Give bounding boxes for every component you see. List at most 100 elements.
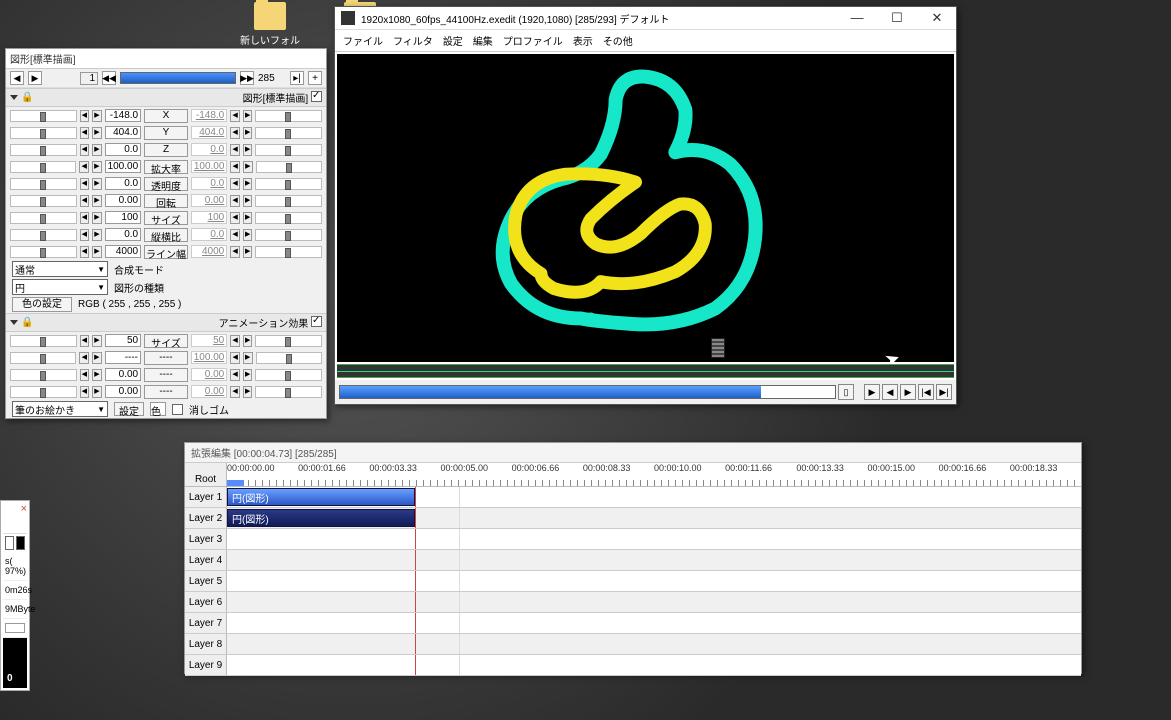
layer-label[interactable]: Layer 2 <box>185 508 227 528</box>
increment-button[interactable]: ▶ <box>243 386 253 398</box>
increment-button[interactable]: ▶ <box>243 229 253 241</box>
layer-track[interactable] <box>227 634 1081 654</box>
layer-label[interactable]: Layer 5 <box>185 571 227 591</box>
layer-track[interactable]: 円(図形) <box>227 508 1081 528</box>
playhead[interactable] <box>415 634 416 654</box>
increment-button[interactable]: ▶ <box>92 352 102 364</box>
param-slider-left[interactable] <box>10 127 77 139</box>
eraser-checkbox[interactable] <box>172 404 183 415</box>
param-value-left[interactable]: 0.0 <box>105 228 141 241</box>
param-slider-right[interactable] <box>255 335 322 347</box>
param-label-button[interactable]: サイズ <box>144 334 188 348</box>
decrement-button[interactable]: ◀ <box>80 229 90 241</box>
playhead[interactable] <box>415 529 416 549</box>
param-label-button[interactable]: 透明度 <box>144 177 188 191</box>
script-combo[interactable]: 筆のお絵かき▼ <box>12 401 108 417</box>
increment-button[interactable]: ▶ <box>243 144 253 156</box>
shape-type-combo[interactable]: 円▼ <box>12 279 108 295</box>
prev-obj-button[interactable]: ◀ <box>10 71 24 85</box>
decrement-button[interactable]: ◀ <box>230 195 240 207</box>
param-slider-right[interactable] <box>255 178 322 190</box>
time-ruler[interactable]: 00:00:00.0000:00:01.6600:00:03.3300:00:0… <box>227 463 1081 486</box>
param-value-left[interactable]: 404.0 <box>105 126 141 139</box>
window-titlebar[interactable]: 1920x1080_60fps_44100Hz.exedit (1920,108… <box>335 7 956 30</box>
increment-button[interactable]: ▶ <box>92 369 102 381</box>
param-value-right[interactable]: 100 <box>191 211 227 224</box>
menu-settings[interactable]: 設定 <box>443 33 463 48</box>
param-value-left[interactable]: 50 <box>105 334 141 347</box>
decrement-button[interactable]: ◀ <box>230 144 240 156</box>
layer-track[interactable]: 円(図形) <box>227 487 1081 507</box>
decrement-button[interactable]: ◀ <box>230 352 240 364</box>
increment-button[interactable]: ▶ <box>243 246 253 258</box>
goto-start-button[interactable]: |◀ <box>918 384 934 400</box>
decrement-button[interactable]: ◀ <box>230 229 240 241</box>
param-slider-left[interactable] <box>10 246 77 258</box>
param-value-right[interactable]: 0.0 <box>191 177 227 190</box>
decrement-button[interactable]: ◀ <box>230 246 240 258</box>
step-back-button[interactable]: ◀ <box>882 384 898 400</box>
layer-label[interactable]: Layer 3 <box>185 529 227 549</box>
jump-end-button[interactable]: ▸| <box>290 71 304 85</box>
param-slider-right[interactable] <box>255 246 322 258</box>
seek-handle-icon[interactable]: ▯ <box>838 384 854 400</box>
decrement-button[interactable]: ◀ <box>80 335 90 347</box>
param-label-button[interactable]: Z <box>144 143 188 157</box>
lock-icon[interactable]: 🔒 <box>21 92 33 103</box>
param-value-right[interactable]: 0.00 <box>191 368 227 381</box>
param-slider-right[interactable] <box>255 212 322 224</box>
param-value-right[interactable]: -148.0 <box>191 109 227 122</box>
increment-button[interactable]: ▶ <box>92 195 102 207</box>
param-slider-right[interactable] <box>255 386 322 398</box>
layer-track[interactable] <box>227 571 1081 591</box>
record-icon[interactable] <box>16 536 25 550</box>
decrement-button[interactable]: ◀ <box>230 110 240 122</box>
timeline-clip[interactable]: 円(図形) <box>227 488 415 506</box>
layer-track[interactable] <box>227 592 1081 612</box>
increment-button[interactable]: ▶ <box>243 178 253 190</box>
enable-checkbox[interactable] <box>311 316 322 327</box>
audio-waveform-strip[interactable] <box>337 364 954 378</box>
increment-button[interactable]: ▶ <box>92 161 102 173</box>
playhead[interactable] <box>415 508 416 528</box>
param-value-left[interactable]: 100 <box>105 211 141 224</box>
increment-button[interactable]: ▶ <box>243 212 253 224</box>
menu-view[interactable]: 表示 <box>573 33 593 48</box>
decrement-button[interactable]: ◀ <box>230 386 240 398</box>
stop-icon[interactable] <box>5 536 14 550</box>
param-slider-left[interactable] <box>10 144 77 156</box>
minimize-button[interactable]: — <box>844 10 870 26</box>
layer-track[interactable] <box>227 613 1081 633</box>
decrement-button[interactable]: ◀ <box>80 195 90 207</box>
param-value-right[interactable]: 4000 <box>191 245 227 258</box>
layer-label[interactable]: Layer 4 <box>185 550 227 570</box>
param-slider-left[interactable] <box>10 369 77 381</box>
decrement-button[interactable]: ◀ <box>230 369 240 381</box>
decrement-button[interactable]: ◀ <box>230 178 240 190</box>
step-fwd-button[interactable]: ▶▶ <box>240 71 254 85</box>
param-label-button[interactable]: ---- <box>144 385 188 399</box>
menu-filter[interactable]: フィルタ <box>393 33 433 48</box>
increment-button[interactable]: ▶ <box>92 246 102 258</box>
enable-checkbox[interactable] <box>311 91 322 102</box>
param-value-right[interactable]: 0.00 <box>191 385 227 398</box>
decrement-button[interactable]: ◀ <box>79 161 89 173</box>
param-slider-left[interactable] <box>10 178 77 190</box>
step-back-button[interactable]: ◀◀ <box>102 71 116 85</box>
current-frame-input[interactable]: 1 <box>80 72 98 85</box>
param-value-left[interactable]: -148.0 <box>105 109 141 122</box>
layer-label[interactable]: Layer 1 <box>185 487 227 507</box>
decrement-button[interactable]: ◀ <box>230 335 240 347</box>
param-label-button[interactable]: サイズ <box>144 211 188 225</box>
param-value-right[interactable]: 0.0 <box>191 143 227 156</box>
param-slider-right[interactable] <box>256 161 322 173</box>
param-slider-right[interactable] <box>256 352 322 364</box>
param-value-right[interactable]: 100.00 <box>191 160 228 173</box>
increment-button[interactable]: ▶ <box>243 110 253 122</box>
param-value-left[interactable]: 4000 <box>105 245 141 258</box>
increment-button[interactable]: ▶ <box>92 212 102 224</box>
increment-button[interactable]: ▶ <box>243 127 253 139</box>
layer-label[interactable]: Layer 7 <box>185 613 227 633</box>
decrement-button[interactable]: ◀ <box>80 178 90 190</box>
blend-mode-combo[interactable]: 通常▼ <box>12 261 108 277</box>
